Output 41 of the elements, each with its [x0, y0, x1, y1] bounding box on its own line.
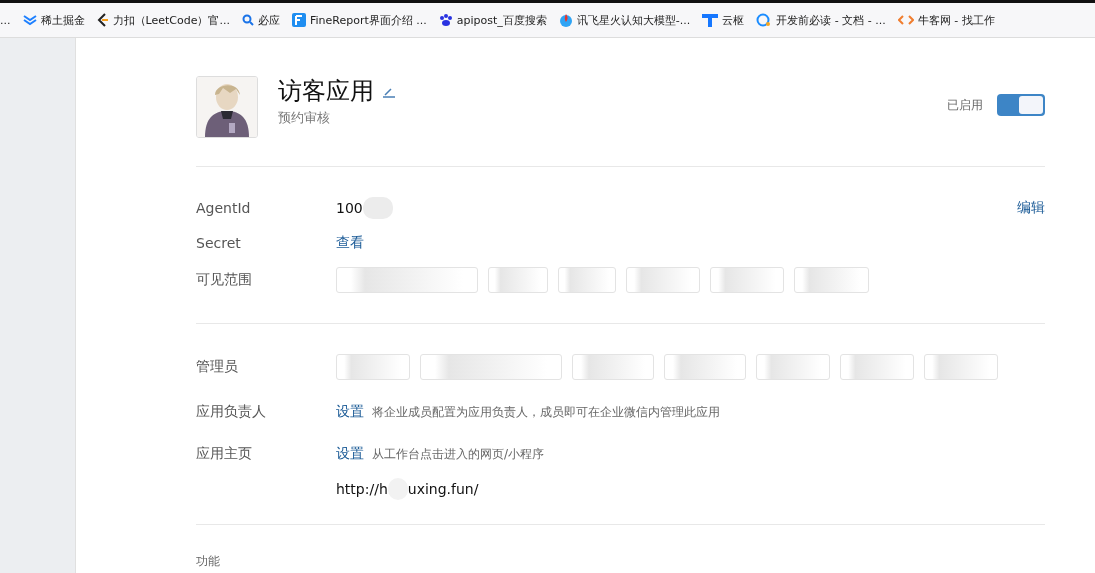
field-label: 可见范围: [196, 271, 253, 289]
flame-icon: [558, 13, 573, 27]
hint-text: 将企业成员配置为应用负责人，成员即可在企业微信内管理此应用: [372, 403, 720, 421]
chevron-icon: [22, 14, 37, 26]
block-icon: [702, 13, 719, 27]
field-label: 应用主页: [196, 445, 253, 463]
app-name: 访客应用: [278, 76, 374, 107]
bookmark-link[interactable]: 云枢: [702, 12, 745, 28]
bookmark-link[interactable]: 开发前必读 - 文档 - ...: [756, 12, 886, 28]
app-description: 预约审核: [278, 109, 331, 128]
bookmark-link[interactable]: 讯飞星火认知大模型-...: [558, 12, 691, 28]
bookmark-link[interactable]: apipost_百度搜索: [438, 12, 547, 28]
chat-icon: [756, 13, 773, 27]
section-title: 功能: [196, 553, 221, 570]
view-link[interactable]: 查看: [336, 234, 364, 252]
url-text: http://h: [336, 481, 388, 497]
square-icon: [291, 13, 306, 27]
bookmark-link[interactable]: ...: [0, 13, 11, 27]
bookmark-link[interactable]: 稀土掘金: [22, 12, 85, 28]
hint-text: 从工作台点击进入的网页/小程序: [372, 445, 545, 463]
bookmark-link[interactable]: 力扣（LeetCode）官...: [96, 12, 230, 28]
field-label: 管理员: [196, 358, 239, 376]
settings-link[interactable]: 设置: [336, 445, 364, 463]
edit-link[interactable]: 编辑: [1017, 199, 1045, 217]
paw-icon: [438, 13, 453, 27]
code-icon: [897, 13, 914, 27]
enable-toggle[interactable]: [997, 94, 1045, 116]
bookmark-link[interactable]: 牛客网 - 找工作: [897, 12, 995, 28]
search-icon: [241, 14, 254, 26]
agent-id: 100: [336, 200, 363, 216]
field-label: AgentId: [196, 200, 252, 216]
settings-link[interactable]: 设置: [336, 403, 364, 421]
bookmark-link[interactable]: FineReport界面介绍 ...: [291, 12, 427, 28]
status-label: 已启用: [947, 96, 983, 114]
field-label: 应用负责人: [196, 403, 267, 421]
bookmark-link[interactable]: 必应: [241, 12, 280, 28]
redacted-tag: [558, 267, 616, 293]
field-label: Secret: [196, 235, 242, 251]
bracket-icon: [96, 13, 109, 27]
redacted-tag: [488, 267, 548, 293]
url-text: uxing.fun/: [407, 481, 479, 497]
